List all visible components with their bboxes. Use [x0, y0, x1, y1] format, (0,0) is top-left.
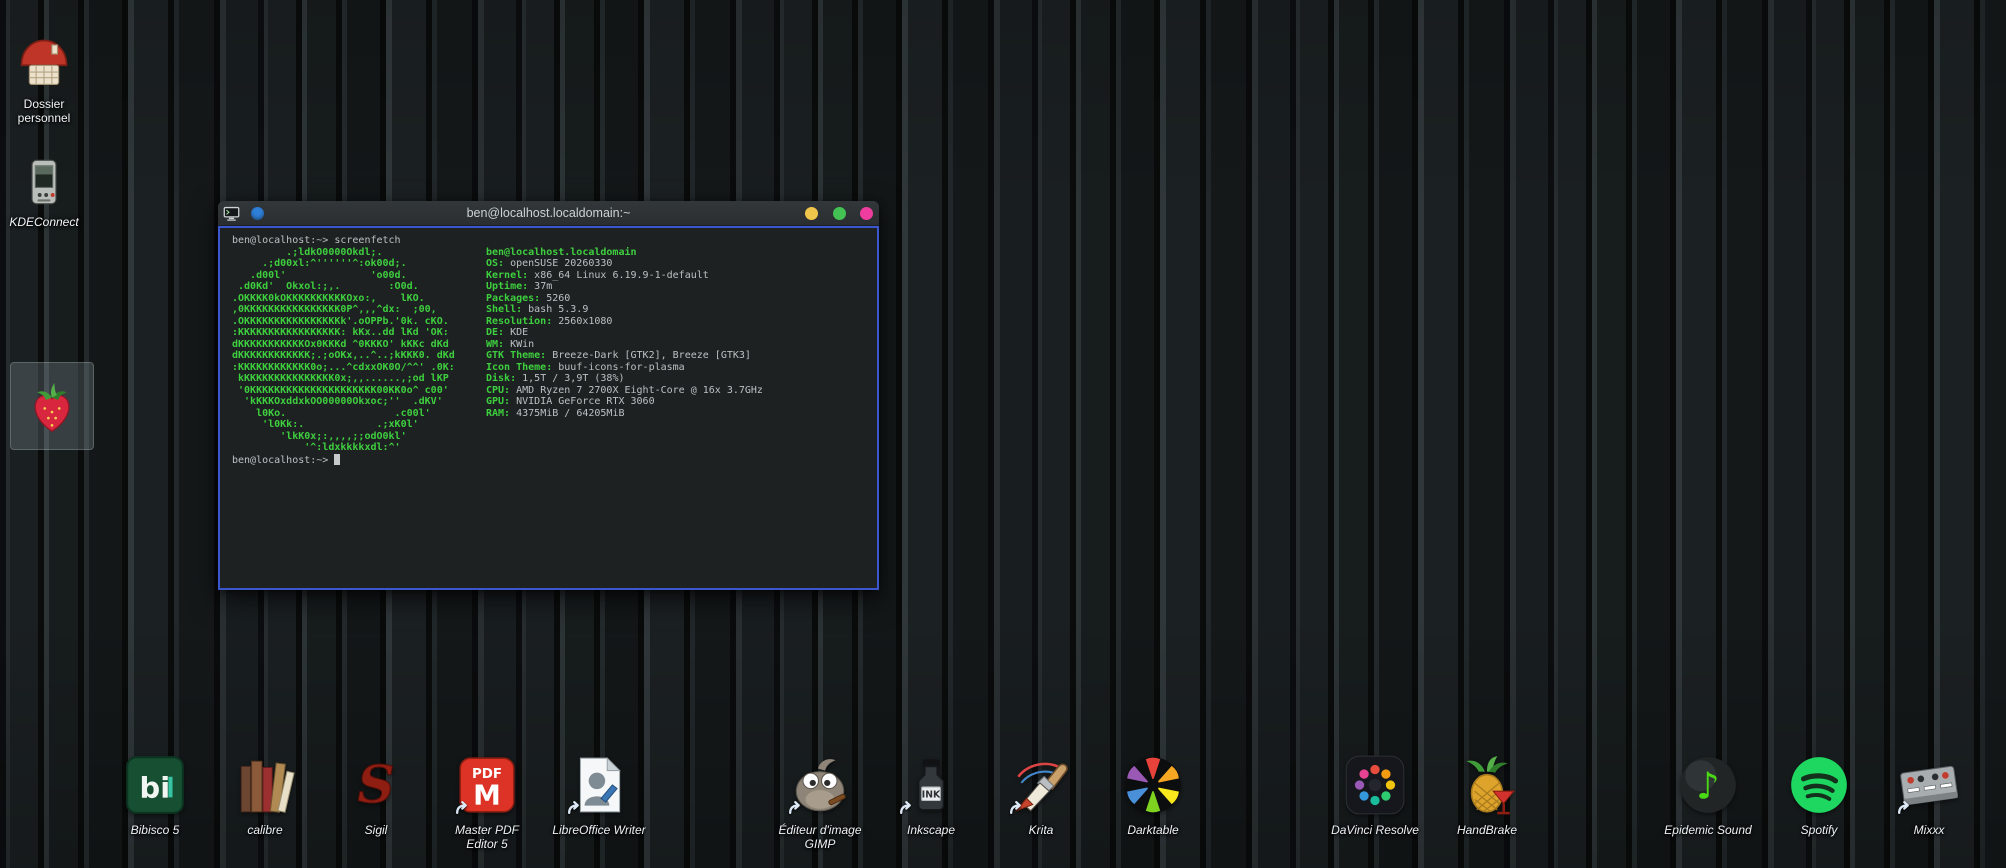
system-info-block: ben@localhost.localdomainOS: openSUSE 20…: [486, 247, 763, 454]
desktop-icon-strawberry[interactable]: [10, 362, 94, 450]
terminal-window[interactable]: ben@localhost.localdomain:~ ben@localhos…: [218, 201, 879, 590]
fetch-info-line: Packages: 5260: [486, 293, 763, 305]
desktop-icon-label: Dossier personnel: [2, 97, 86, 125]
fetch-info-line: Uptime: 37m: [486, 281, 763, 293]
dock-item-darktable[interactable]: Darktable: [1093, 752, 1213, 837]
svg-text:bi: bi: [140, 770, 171, 804]
fetch-info-line: Disk: 1,5T / 3,9T (38%): [486, 373, 763, 385]
dock-item-mixxx[interactable]: Mixxx: [1869, 752, 1989, 837]
dock-label: Bibisco 5: [131, 823, 180, 837]
fetch-info-line: ben@localhost.localdomain: [486, 247, 763, 259]
svg-text:♪: ♪: [1696, 764, 1720, 807]
dock-label: Krita: [1029, 823, 1054, 837]
gimp-wilber-icon: [787, 752, 853, 818]
dock-label: LibreOffice Writer: [552, 823, 645, 837]
opensuse-ascii-logo: .;ldkO0000Okdl;. .;d00xl:^''''''^:ok00d;…: [232, 247, 486, 454]
darktable-colorwheel-icon: [1120, 752, 1186, 818]
shell-prompt: ben@localhost:~>: [232, 235, 328, 246]
handbrake-pineapple-icon: [1454, 752, 1520, 818]
spotify-icon: [1786, 752, 1852, 818]
dock-label: Inkscape: [907, 823, 955, 837]
svg-text:INK: INK: [922, 789, 941, 800]
screenfetch-output: .;ldkO0000Okdl;. .;d00xl:^''''''^:ok00d;…: [232, 247, 871, 454]
dock-label: calibre: [247, 823, 282, 837]
dock-label: Darktable: [1127, 823, 1178, 837]
shell-command: screenfetch: [328, 235, 400, 246]
close-button[interactable]: [860, 207, 873, 220]
fetch-info-line: OS: openSUSE 20260330: [486, 258, 763, 270]
epidemic-sound-icon: ♪: [1675, 752, 1741, 818]
shortcut-arrow-emblem: [787, 799, 804, 816]
terminal-titlebar[interactable]: ben@localhost.localdomain:~: [218, 201, 879, 226]
terminal-viewport[interactable]: ben@localhost:~> screenfetch .;ldkO0000O…: [218, 226, 879, 590]
desktop-icon-kdeconnect[interactable]: KDEConnect: [2, 156, 86, 229]
terminal-prompt-line: ben@localhost:~>: [232, 454, 871, 467]
shortcut-arrow-emblem: [566, 799, 583, 816]
kdeconnect-device-icon: [18, 156, 70, 208]
mixxx-mixer-icon: [1896, 752, 1962, 818]
dock-item-davinci-resolve[interactable]: DaVinci Resolve: [1315, 752, 1435, 837]
dock-item-sigil[interactable]: S Sigil: [316, 752, 436, 837]
dock-label: Master PDF Editor 5: [440, 823, 534, 851]
dock-label: DaVinci Resolve: [1331, 823, 1419, 837]
dock-item-epidemic-sound[interactable]: ♪ Epidemic Sound: [1648, 752, 1768, 837]
dock-label: Mixxx: [1914, 823, 1945, 837]
dock-item-spotify[interactable]: Spotify: [1759, 752, 1879, 837]
window-title: ben@localhost.localdomain:~: [308, 206, 789, 220]
fetch-info-line: GTK Theme: Breeze-Dark [GTK2], Breeze [G…: [486, 350, 763, 362]
dock-label: HandBrake: [1457, 823, 1517, 837]
strawberry-icon: [23, 377, 81, 435]
terminal-cursor: [334, 454, 340, 465]
fetch-info-line: GPU: NVIDIA GeForce RTX 3060: [486, 396, 763, 408]
master-pdf-icon: PDF M: [454, 752, 520, 818]
dock-item-bibisco[interactable]: bi Bibisco 5: [95, 752, 215, 837]
dock-item-inkscape[interactable]: INK Inkscape: [871, 752, 991, 837]
fetch-info-line: Icon Theme: buuf-icons-for-plasma: [486, 362, 763, 374]
minimize-button[interactable]: [805, 207, 818, 220]
desktop: Dossier personnel KDEConnect: [0, 0, 2006, 868]
home-folder-icon: [16, 36, 72, 90]
dock-item-krita[interactable]: Krita: [981, 752, 1101, 837]
svg-text:S: S: [357, 756, 394, 816]
dock-label: Spotify: [1801, 823, 1838, 837]
davinci-resolve-icon: [1342, 752, 1408, 818]
inkscape-ink-bottle-icon: INK: [898, 752, 964, 818]
dock-item-gimp[interactable]: Éditeur d'image GIMP: [760, 752, 880, 851]
shortcut-arrow-emblem: [1896, 799, 1913, 816]
shortcut-arrow-emblem: [454, 799, 471, 816]
fetch-info-line: Kernel: x86_64 Linux 6.19.9-1-default: [486, 270, 763, 282]
konsole-app-icon: [223, 205, 240, 222]
fetch-info-line: Shell: bash 5.3.9: [486, 304, 763, 316]
svg-text:M: M: [473, 779, 501, 812]
fetch-info-line: CPU: AMD Ryzen 7 2700X Eight-Core @ 16x …: [486, 385, 763, 397]
titlebar-blue-dot-button[interactable]: [251, 207, 264, 220]
calibre-books-icon: [232, 752, 298, 818]
maximize-button[interactable]: [833, 207, 846, 220]
fetch-info-line: RAM: 4375MiB / 64205MiB: [486, 408, 763, 420]
fetch-info-line: WM: KWin: [486, 339, 763, 351]
dock-item-calibre[interactable]: calibre: [205, 752, 325, 837]
krita-paintbrush-icon: [1008, 752, 1074, 818]
sigil-s-icon: S: [343, 752, 409, 818]
bibisco-icon: bi: [122, 752, 188, 818]
shortcut-arrow-emblem: [1008, 799, 1025, 816]
fetch-info-line: DE: KDE: [486, 327, 763, 339]
dock-item-handbrake[interactable]: HandBrake: [1427, 752, 1547, 837]
fetch-info-line: Resolution: 2560x1080: [486, 316, 763, 328]
desktop-icon-home-folder[interactable]: Dossier personnel: [2, 36, 86, 125]
libreoffice-writer-icon: [566, 752, 632, 818]
shortcut-arrow-emblem: [898, 799, 915, 816]
dock-label: Éditeur d'image GIMP: [773, 823, 867, 851]
shell-prompt: ben@localhost:~>: [232, 455, 328, 466]
terminal-command-line: ben@localhost:~> screenfetch: [232, 235, 871, 247]
dock-label: Sigil: [365, 823, 388, 837]
desktop-icon-label: KDEConnect: [9, 215, 78, 229]
dock-label: Epidemic Sound: [1664, 823, 1751, 837]
dock-item-libreoffice-writer[interactable]: LibreOffice Writer: [539, 752, 659, 837]
dock-item-master-pdf-editor[interactable]: PDF M Master PDF Editor 5: [427, 752, 547, 851]
